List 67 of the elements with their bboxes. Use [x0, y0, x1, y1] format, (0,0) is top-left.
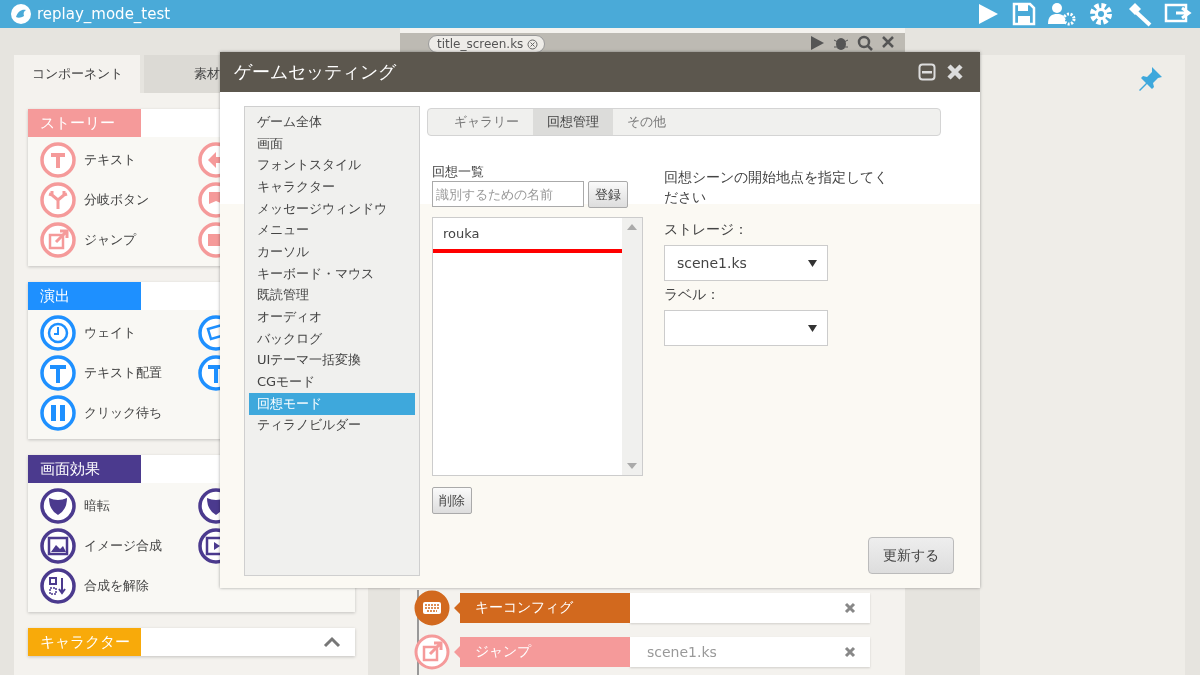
component-label: 分岐ボタン	[84, 191, 149, 209]
minimize-icon[interactable]	[918, 63, 936, 81]
menu-item[interactable]: メッセージウィンドウ	[249, 197, 415, 220]
settings-tab[interactable]: その他	[613, 109, 680, 135]
component-label: クリック待ち	[84, 404, 162, 422]
logo-icon	[10, 3, 32, 25]
register-button[interactable]: 登録	[588, 181, 628, 208]
file-tab[interactable]: title_screen.ks	[428, 35, 546, 53]
settings-tab[interactable]: ギャラリー	[440, 109, 533, 135]
settings-icon[interactable]	[1088, 1, 1114, 27]
menu-item[interactable]: UIテーマ一括変換	[249, 349, 415, 372]
component-label: ウェイト	[84, 324, 136, 342]
component-label: テキスト	[84, 151, 136, 169]
pause-icon[interactable]	[40, 395, 76, 431]
name-field[interactable]: 識別するための名前	[432, 181, 584, 207]
close-icon[interactable]	[844, 646, 856, 658]
section-title: 画面効果	[28, 455, 141, 483]
component-label: 合成を解除	[84, 577, 149, 595]
block-title[interactable]: キーコンフィグ	[454, 593, 630, 623]
close-icon[interactable]	[844, 602, 856, 614]
bug-icon[interactable]	[833, 35, 849, 51]
storage-select[interactable]: scene1.ks	[664, 245, 828, 281]
user-gear-icon[interactable]	[1048, 2, 1076, 26]
component-label: テキスト配置	[84, 364, 162, 382]
menu-item[interactable]: キャラクター	[249, 176, 415, 198]
close-icon[interactable]	[527, 38, 539, 50]
hint-text: 回想シーンの開始地点を指定してください	[664, 168, 889, 207]
section-title: 演出	[28, 282, 141, 310]
letter-t-icon[interactable]	[40, 142, 76, 178]
close-icon[interactable]	[881, 35, 895, 49]
clock-icon[interactable]	[40, 315, 76, 351]
component-label: 暗転	[84, 497, 110, 515]
search-icon[interactable]	[857, 35, 873, 51]
menu-item[interactable]: フォントスタイル	[249, 154, 415, 177]
dropdown-icon[interactable]	[808, 259, 817, 267]
section-title: キャラクター	[28, 628, 141, 656]
list-item[interactable]: rouka	[433, 223, 622, 243]
menu-item[interactable]: バックログ	[249, 327, 415, 350]
dropdown-icon[interactable]	[808, 324, 817, 332]
scroll-down-icon[interactable]	[627, 463, 637, 469]
shield-icon[interactable]	[40, 488, 76, 524]
block-value: scene1.ks	[647, 644, 717, 660]
component-label: ジャンプ	[84, 231, 136, 249]
save-icon[interactable]	[1012, 2, 1036, 26]
delete-button[interactable]: 削除	[432, 487, 472, 514]
keyboard-icon[interactable]	[414, 590, 450, 626]
play-icon[interactable]	[976, 2, 1000, 26]
text-layout-icon[interactable]	[40, 355, 76, 391]
settings-tab[interactable]: 回想管理	[533, 109, 613, 135]
component-label: イメージ合成	[84, 537, 162, 555]
menu-item[interactable]: メニュー	[249, 219, 415, 242]
menu-item[interactable]: CGモード	[249, 371, 415, 393]
scroll-up-icon[interactable]	[627, 224, 637, 230]
panel-tab[interactable]: コンポーネント	[14, 55, 140, 93]
field-label: ストレージ：	[664, 221, 749, 239]
field-label: ラベル：	[664, 286, 721, 304]
menu-item[interactable]: カーソル	[249, 241, 415, 263]
section-title: ストーリー	[28, 109, 141, 137]
update-button[interactable]: 更新する	[868, 537, 954, 574]
image-icon[interactable]	[40, 528, 76, 564]
pin-icon[interactable]	[1138, 65, 1164, 91]
app-title: replay_mode_test	[37, 5, 172, 23]
chevron-up-icon[interactable]	[323, 636, 341, 648]
list-label: 回想一覧	[432, 163, 485, 181]
menu-item[interactable]: ティラノビルダー	[249, 414, 415, 437]
scrollbar[interactable]	[622, 218, 642, 475]
menu-item[interactable]: キーボード・マウス	[249, 262, 415, 285]
